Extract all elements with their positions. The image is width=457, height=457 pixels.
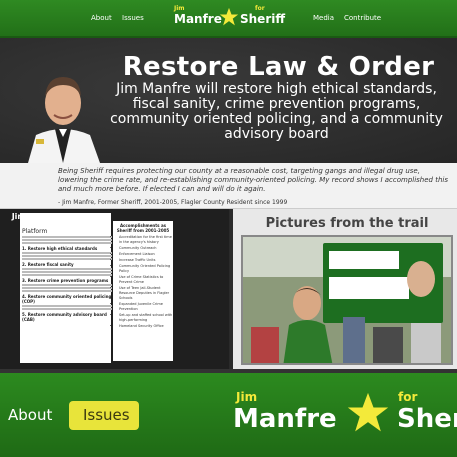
- list-item: Use of Crime Statistics to Prevent Crime: [119, 275, 173, 285]
- nav-issues-link[interactable]: Issues: [122, 14, 144, 22]
- site-logo[interactable]: Jim for Manfre Sheriff: [174, 5, 286, 33]
- list-item: Expanded Juvenile Crime Prevention: [119, 302, 173, 312]
- nav-contribute-link[interactable]: Contribute: [344, 14, 381, 22]
- star-icon: [219, 7, 239, 26]
- hero-text: Jim Manfre will restore high ethical sta…: [110, 81, 443, 142]
- list-item: Set-up and staffed school with high-perf…: [119, 313, 173, 323]
- issues-link[interactable]: Issues: [83, 406, 130, 424]
- platform-item[interactable]: 4. Restore community oriented policing (…: [22, 294, 112, 304]
- logo-jim-large: Jim: [236, 390, 258, 404]
- list-item: Community Oriented Policing Policy: [119, 264, 173, 274]
- page: About Issues Jim for Manfre Sheriff Medi…: [0, 0, 457, 457]
- list-item: Accreditation for the first time in the …: [119, 235, 173, 245]
- quote-attribution: - Jim Manfre, Former Sheriff, 2001-2005,…: [58, 199, 288, 206]
- star-icon: [347, 392, 389, 432]
- platform-body: Platform 1. Restore high ethical standar…: [22, 229, 112, 322]
- quote-section: Being Sheriff requires protecting our co…: [0, 163, 457, 209]
- platform-item[interactable]: 5. Restore community advisory board (CAB…: [22, 312, 112, 322]
- about-link[interactable]: About: [8, 406, 52, 424]
- logo-for-large: for: [398, 390, 418, 404]
- platform-box: Platform 1. Restore high ethical standar…: [20, 213, 112, 363]
- logo-name-large[interactable]: Manfre: [233, 404, 337, 434]
- accomplishments-list: Accreditation for the first time in the …: [113, 235, 173, 329]
- accomplishments-title: Accomplishments as Sheriff from 2001-200…: [116, 223, 170, 233]
- logo-office-large: Sheriff: [397, 404, 457, 434]
- list-item: Use of Teen Jail-Student Resource Deputi…: [119, 286, 173, 301]
- platform-item[interactable]: 1. Restore high ethical standards: [22, 246, 112, 251]
- list-item: Homeland Security Office: [119, 324, 173, 329]
- logo-jim: Jim: [174, 5, 185, 12]
- quote-text: Being Sheriff requires protecting our co…: [58, 167, 448, 193]
- list-item: Community Outreach: [119, 246, 173, 251]
- list-item: Increase Traffic Units: [119, 258, 173, 263]
- platform-subtitle: Platform: [22, 228, 48, 235]
- logo-name: Manfre: [174, 12, 222, 26]
- pictures-panel: Pictures from the trail: [229, 209, 457, 369]
- photo-illustration: [243, 237, 451, 363]
- bottom-nav: About Issues Jim Manfre for Sheriff: [0, 369, 457, 457]
- logo-office: Sheriff: [240, 12, 286, 26]
- stance-panel: Jim's Stance on the Issues Platform 1. R…: [0, 209, 229, 369]
- nav-media-link[interactable]: Media: [313, 14, 334, 22]
- list-item: Enforcement Liaison: [119, 252, 173, 257]
- pictures-title: Pictures from the trail: [265, 216, 429, 231]
- nav-about-link[interactable]: About: [91, 14, 112, 22]
- hero-title: Restore Law & Order: [122, 52, 435, 82]
- trail-photo[interactable]: [241, 235, 453, 365]
- top-nav: About Issues Jim for Manfre Sheriff Medi…: [0, 0, 457, 38]
- logo-for: for: [255, 5, 265, 12]
- accomplishments-box: Accomplishments as Sheriff from 2001-200…: [113, 221, 173, 361]
- platform-item[interactable]: 3. Restore crime prevention programs: [22, 278, 112, 283]
- candidate-portrait: [28, 77, 100, 163]
- platform-item[interactable]: 2. Restore fiscal sanity: [22, 262, 112, 267]
